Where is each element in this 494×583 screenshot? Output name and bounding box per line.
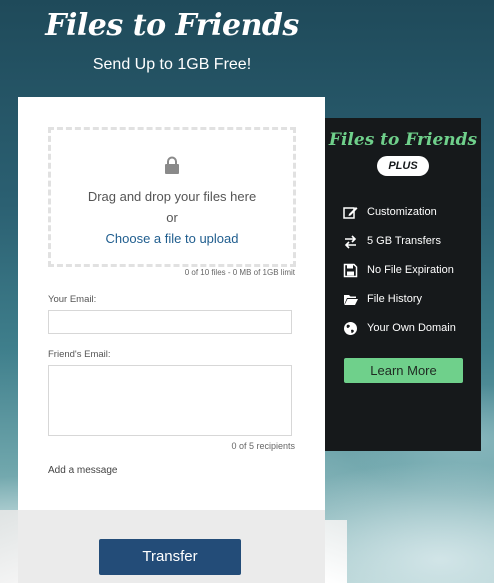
feature-label: File History	[367, 293, 423, 305]
plus-promo-panel: Files to Friends PLUS Customization 5 GB…	[325, 118, 481, 451]
transfer-arrows-icon	[344, 235, 357, 249]
feature-label: No File Expiration	[367, 264, 454, 276]
card-footer: Transfer	[18, 510, 325, 583]
floppy-disk-icon	[343, 263, 358, 278]
globe-icon	[344, 322, 357, 335]
friends-email-label: Friend's Email:	[48, 349, 111, 360]
friends-email-input[interactable]	[48, 365, 292, 436]
envelope-flap-right	[325, 520, 347, 583]
page-title: Files to Friends	[45, 8, 299, 43]
file-limit-text: 0 of 10 files - 0 MB of 1GB limit	[184, 268, 295, 277]
feature-label: Customization	[367, 206, 437, 218]
plus-title: Files to Friends	[328, 130, 478, 150]
transfer-button[interactable]: Transfer	[99, 539, 241, 575]
learn-more-button[interactable]: Learn More	[344, 358, 463, 383]
page-subtitle: Send Up to 1GB Free!	[92, 56, 252, 73]
envelope-flap-left	[0, 510, 18, 583]
recipients-count: 0 of 5 recipients	[231, 441, 295, 451]
plus-badge: PLUS	[377, 156, 429, 176]
your-email-input[interactable]	[48, 310, 292, 334]
add-message-link[interactable]: Add a message	[48, 465, 118, 476]
folder-icon	[344, 295, 358, 305]
feature-label: 5 GB Transfers	[367, 235, 441, 247]
upload-card: Drag and drop your files here or Choose …	[18, 97, 325, 583]
lock-icon	[165, 156, 179, 174]
your-email-label: Your Email:	[48, 294, 97, 305]
file-dropzone[interactable]: Drag and drop your files here or Choose …	[48, 127, 296, 267]
dropzone-or: or	[166, 210, 178, 225]
edit-icon	[343, 207, 358, 219]
dropzone-instruction: Drag and drop your files here	[87, 189, 257, 204]
feature-label: Your Own Domain	[367, 322, 456, 334]
choose-file-link[interactable]: Choose a file to upload	[51, 228, 293, 249]
